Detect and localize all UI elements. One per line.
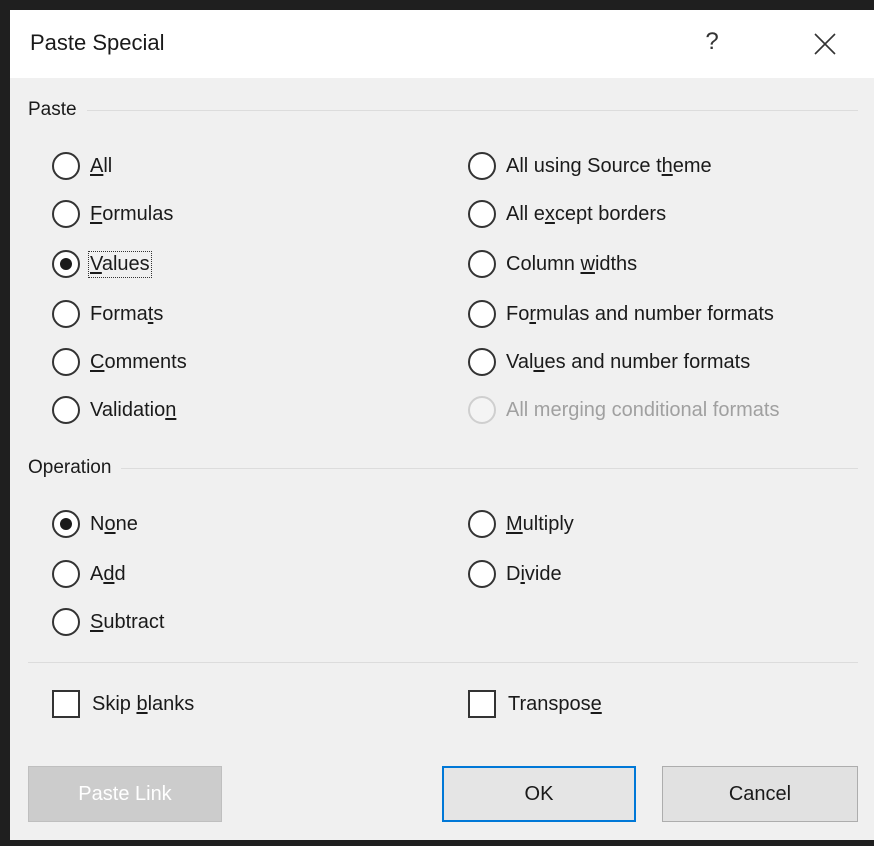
option-label: Subtract <box>90 610 165 633</box>
option-label: All using Source theme <box>506 154 712 177</box>
paste-option-values[interactable]: Values <box>52 246 152 282</box>
option-label: Validation <box>90 398 177 421</box>
option-label: Multiply <box>506 512 574 535</box>
paste-special-dialog: Paste Special ? Paste All Formulas Value… <box>10 10 874 840</box>
dialog-title: Paste Special <box>30 30 165 55</box>
radio-button[interactable] <box>468 560 496 588</box>
paste-option-values-and-number-formats[interactable]: Values and number formats <box>468 344 750 380</box>
help-button[interactable]: ? <box>690 22 734 62</box>
transpose-checkbox[interactable]: Transpose <box>468 686 602 722</box>
option-label: Skip blanks <box>92 692 195 715</box>
close-icon <box>814 33 836 55</box>
operation-option-add[interactable]: Add <box>52 556 126 592</box>
radio-button[interactable] <box>52 560 80 588</box>
paste-link-button: Paste Link <box>28 766 222 822</box>
radio-button[interactable] <box>52 348 80 376</box>
option-label: Column widths <box>506 252 638 275</box>
paste-option-comments[interactable]: Comments <box>52 344 187 380</box>
option-label: Transpose <box>508 692 602 715</box>
paste-option-all-except-borders[interactable]: All except borders <box>468 196 666 232</box>
radio-button[interactable] <box>52 152 80 180</box>
radio-button[interactable] <box>468 250 496 278</box>
options-divider <box>28 662 858 663</box>
skip-blanks-checkbox[interactable]: Skip blanks <box>52 686 194 722</box>
paste-group-divider <box>28 110 858 111</box>
radio-button-selected[interactable] <box>52 250 80 278</box>
radio-button[interactable] <box>52 608 80 636</box>
close-button[interactable] <box>800 22 850 66</box>
paste-group-label: Paste <box>28 99 87 121</box>
option-label: Formulas <box>90 202 174 225</box>
option-label: Formulas and number formats <box>506 302 774 325</box>
option-label: Formats <box>90 302 164 325</box>
option-label: All <box>90 154 113 177</box>
radio-button[interactable] <box>468 510 496 538</box>
operation-option-divide[interactable]: Divide <box>468 556 562 592</box>
radio-button[interactable] <box>52 200 80 228</box>
option-label: Comments <box>90 350 187 373</box>
cancel-button[interactable]: Cancel <box>662 766 858 822</box>
radio-button[interactable] <box>468 200 496 228</box>
radio-button[interactable] <box>468 348 496 376</box>
option-label: All except borders <box>506 202 667 225</box>
paste-option-all-using-source-theme[interactable]: All using Source theme <box>468 148 712 184</box>
radio-button-selected[interactable] <box>52 510 80 538</box>
operation-option-none[interactable]: None <box>52 506 138 542</box>
paste-option-all-merging-conditional-formats: All merging conditional formats <box>468 392 779 428</box>
option-label: None <box>90 512 138 535</box>
option-label: Divide <box>506 562 562 585</box>
ok-button[interactable]: OK <box>442 766 636 822</box>
paste-option-formulas[interactable]: Formulas <box>52 196 173 232</box>
radio-button[interactable] <box>468 152 496 180</box>
radio-button[interactable] <box>52 300 80 328</box>
option-label: All merging conditional formats <box>506 398 780 421</box>
operation-option-multiply[interactable]: Multiply <box>468 506 574 542</box>
operation-group-divider <box>28 468 858 469</box>
radio-button[interactable] <box>468 300 496 328</box>
radio-button-disabled <box>468 396 496 424</box>
operation-option-subtract[interactable]: Subtract <box>52 604 165 640</box>
paste-option-column-widths[interactable]: Column widths <box>468 246 637 282</box>
option-label: Values and number formats <box>506 350 751 373</box>
radio-button[interactable] <box>52 396 80 424</box>
checkbox[interactable] <box>52 690 80 718</box>
paste-option-validation[interactable]: Validation <box>52 392 176 428</box>
checkbox[interactable] <box>468 690 496 718</box>
option-label: Add <box>90 562 126 585</box>
operation-group-label: Operation <box>28 457 122 479</box>
paste-option-formulas-and-number-formats[interactable]: Formulas and number formats <box>468 296 774 332</box>
paste-option-formats[interactable]: Formats <box>52 296 163 332</box>
title-bar: Paste Special ? <box>10 10 874 78</box>
option-label: Values <box>88 250 152 278</box>
paste-option-all[interactable]: All <box>52 148 112 184</box>
